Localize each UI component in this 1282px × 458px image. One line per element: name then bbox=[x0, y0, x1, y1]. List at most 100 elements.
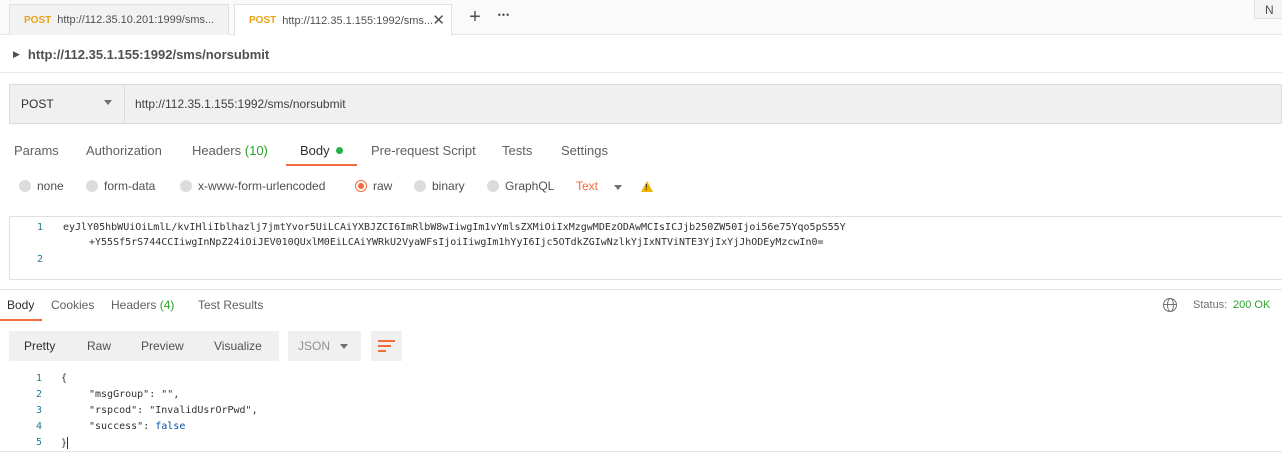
code-line: eyJlY05hbWUiOiLmlL/kvIHliIblhazlj7jmtYvo… bbox=[63, 222, 846, 233]
divider bbox=[0, 289, 1282, 290]
tab-url: http://112.35.10.201:1999/sms... bbox=[57, 14, 215, 26]
wrap-icon-line bbox=[378, 350, 386, 352]
format-preview-button[interactable]: Preview bbox=[141, 339, 184, 353]
line-number: 4 bbox=[35, 421, 42, 432]
divider bbox=[0, 451, 1282, 452]
tab-authorization[interactable]: Authorization bbox=[86, 138, 162, 166]
request-title: http://112.35.1.155:1992/sms/norsubmit bbox=[27, 46, 270, 62]
language-value: JSON bbox=[298, 339, 331, 353]
json-value: false bbox=[155, 421, 186, 432]
tab-pre-request-script[interactable]: Pre-request Script bbox=[371, 138, 476, 166]
resp-tab-body[interactable]: Body bbox=[0, 296, 42, 321]
response-body[interactable]: 1 { 2 "msgGroup": "", 3 "rspcod": "Inval… bbox=[0, 372, 1282, 452]
active-dot-icon bbox=[335, 147, 343, 155]
request-body-editor[interactable]: 1 eyJlY05hbWUiOiLmlL/kvIHliIblhazlj7jmtY… bbox=[9, 216, 1282, 280]
radio-x-www-form-urlencoded[interactable]: x-www-form-urlencoded bbox=[180, 179, 325, 193]
resp-tab-headers[interactable]: Headers (4) bbox=[111, 296, 174, 321]
tab-tests[interactable]: Tests bbox=[502, 138, 532, 166]
code-line: { bbox=[61, 373, 68, 384]
body-type-radios: none form-data x-www-form-urlencoded raw… bbox=[0, 177, 700, 199]
tab-body[interactable]: Body bbox=[286, 138, 357, 166]
resp-tab-cookies[interactable]: Cookies bbox=[51, 296, 94, 321]
tab-params[interactable]: Params bbox=[14, 138, 59, 166]
code-line: "rspcod": "InvalidUsrOrPwd", bbox=[89, 405, 258, 416]
request-tab-1[interactable]: POST http://112.35.10.201:1999/sms... bbox=[9, 4, 229, 35]
tab-label: Tests bbox=[502, 143, 533, 158]
chevron-down-icon bbox=[340, 344, 348, 349]
radio-circle bbox=[86, 180, 98, 192]
status-badge[interactable]: 200 OK bbox=[1233, 299, 1270, 311]
resp-tab-test-results[interactable]: Test Results bbox=[198, 296, 263, 321]
radio-form-data[interactable]: form-data bbox=[86, 179, 155, 193]
json-key: "msgGroup" bbox=[89, 389, 150, 400]
radio-circle-selected bbox=[355, 180, 367, 192]
request-tabs: Params Authorization Headers (10) Body P… bbox=[0, 138, 700, 166]
warning-icon[interactable]: ! bbox=[641, 181, 653, 192]
line-number: 1 bbox=[36, 222, 43, 233]
headers-count: (4) bbox=[159, 298, 175, 312]
tab-label: Headers bbox=[111, 298, 157, 312]
tab-label: Authorization bbox=[86, 143, 162, 158]
chevron-down-icon[interactable] bbox=[614, 185, 622, 190]
line-number: 3 bbox=[35, 405, 42, 416]
radio-circle bbox=[180, 180, 192, 192]
radio-circle bbox=[414, 180, 426, 192]
response-format-toolbar: Pretty Raw Preview Visualize bbox=[9, 331, 279, 361]
response-tabs: Body Cookies Headers (4) Test Results bbox=[0, 296, 700, 321]
close-icon[interactable]: ✕ bbox=[432, 11, 445, 29]
radio-label: none bbox=[37, 179, 64, 193]
tab-bar: POST http://112.35.10.201:1999/sms... PO… bbox=[0, 0, 1282, 36]
code-line: "success": false bbox=[89, 421, 186, 432]
radio-raw[interactable]: raw bbox=[355, 179, 392, 193]
status-label: Status: bbox=[1193, 299, 1228, 311]
json-key: "success" bbox=[89, 421, 144, 432]
url-bar: POST bbox=[9, 84, 1282, 124]
tab-method: POST bbox=[249, 15, 277, 26]
radio-label: x-www-form-urlencoded bbox=[198, 179, 326, 193]
json-value: "InvalidUsrOrPwd" bbox=[149, 405, 252, 416]
headers-count: (10) bbox=[244, 143, 268, 158]
add-tab-icon[interactable]: + bbox=[462, 6, 488, 29]
radio-none[interactable]: none bbox=[19, 179, 64, 193]
radio-label: binary bbox=[432, 179, 465, 193]
tab-method: POST bbox=[24, 14, 52, 26]
tab-label: Body bbox=[7, 298, 35, 312]
line-number: 5 bbox=[35, 437, 42, 448]
chevron-down-icon bbox=[104, 100, 112, 105]
wrap-icon-line bbox=[378, 345, 391, 347]
method-select[interactable]: POST bbox=[10, 85, 125, 123]
code-line: "msgGroup": "", bbox=[89, 389, 180, 400]
line-number: 2 bbox=[36, 254, 43, 265]
globe-icon[interactable] bbox=[1163, 298, 1177, 312]
format-raw-button[interactable]: Raw bbox=[87, 339, 111, 353]
wrap-lines-button[interactable] bbox=[371, 331, 402, 361]
json-value: "" bbox=[161, 389, 174, 400]
url-input[interactable] bbox=[125, 85, 1281, 123]
line-number: 1 bbox=[35, 373, 42, 384]
caret-right-icon[interactable]: ▶ bbox=[13, 49, 20, 60]
text-cursor bbox=[67, 437, 69, 449]
tab-url: http://112.35.1.155:1992/sms... bbox=[282, 14, 434, 27]
code-line-wrapped: +Y55Sf5rS744CCIiwgInNpZ24iOiJEV010QUxlM0… bbox=[89, 237, 824, 248]
code-line: } bbox=[61, 437, 69, 449]
radio-graphql[interactable]: GraphQL bbox=[487, 179, 554, 193]
request-tab-2[interactable]: POST http://112.35.1.155:1992/sms... ✕ bbox=[234, 4, 452, 36]
more-icon[interactable]: ••• bbox=[491, 10, 517, 20]
format-visualize-button[interactable]: Visualize bbox=[214, 339, 262, 353]
radio-circle bbox=[487, 180, 499, 192]
radio-label: GraphQL bbox=[505, 179, 555, 193]
raw-format-select[interactable]: Text bbox=[576, 179, 598, 193]
tab-settings[interactable]: Settings bbox=[561, 138, 608, 166]
tab-label: Headers bbox=[192, 143, 242, 158]
tab-headers[interactable]: Headers (10) bbox=[192, 138, 268, 166]
format-pretty-button[interactable]: Pretty bbox=[24, 339, 55, 353]
environment-selector[interactable]: N bbox=[1254, 0, 1282, 19]
line-number: 2 bbox=[35, 389, 42, 400]
tab-label: Params bbox=[14, 143, 59, 158]
json-key: "rspcod" bbox=[89, 405, 138, 416]
tab-label: Cookies bbox=[51, 298, 95, 312]
radio-binary[interactable]: binary bbox=[414, 179, 465, 193]
method-value: POST bbox=[21, 97, 54, 111]
radio-label: raw bbox=[373, 179, 393, 193]
language-select[interactable]: JSON bbox=[288, 331, 361, 361]
